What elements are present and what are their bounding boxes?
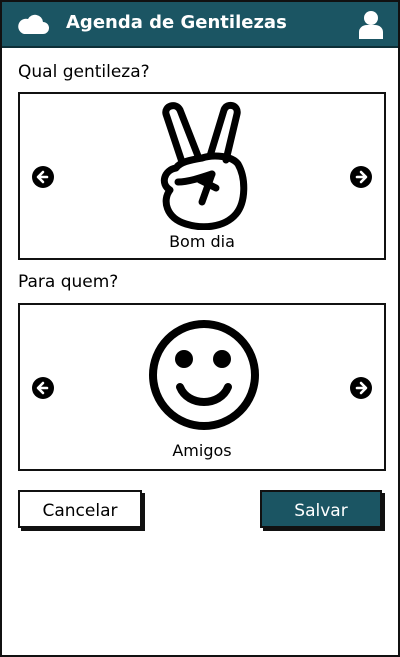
app-frame: Agenda de Gentilezas Qual gentileza? Bom… bbox=[0, 0, 400, 657]
app-title: Agenda de Gentilezas bbox=[66, 12, 287, 33]
recipient-carousel: Amigos bbox=[18, 303, 386, 471]
kindness-prev-arrow-icon[interactable] bbox=[32, 166, 54, 188]
recipient-caption: Amigos bbox=[172, 441, 232, 460]
recipient-next-arrow-icon[interactable] bbox=[350, 377, 372, 399]
kindness-label: Qual gentileza? bbox=[18, 62, 150, 82]
save-button[interactable]: Salvar bbox=[260, 490, 382, 528]
smiley-face-icon bbox=[146, 317, 262, 437]
kindness-carousel: Bom dia bbox=[18, 92, 386, 260]
recipient-label: Para quem? bbox=[18, 272, 119, 292]
kindness-caption: Bom dia bbox=[169, 232, 235, 251]
peace-hand-icon bbox=[154, 98, 250, 234]
cancel-button[interactable]: Cancelar bbox=[18, 490, 142, 528]
cloud-icon bbox=[16, 12, 50, 40]
kindness-next-arrow-icon[interactable] bbox=[350, 166, 372, 188]
recipient-prev-arrow-icon[interactable] bbox=[32, 377, 54, 399]
app-header: Agenda de Gentilezas bbox=[2, 2, 398, 48]
user-icon[interactable] bbox=[358, 10, 384, 44]
